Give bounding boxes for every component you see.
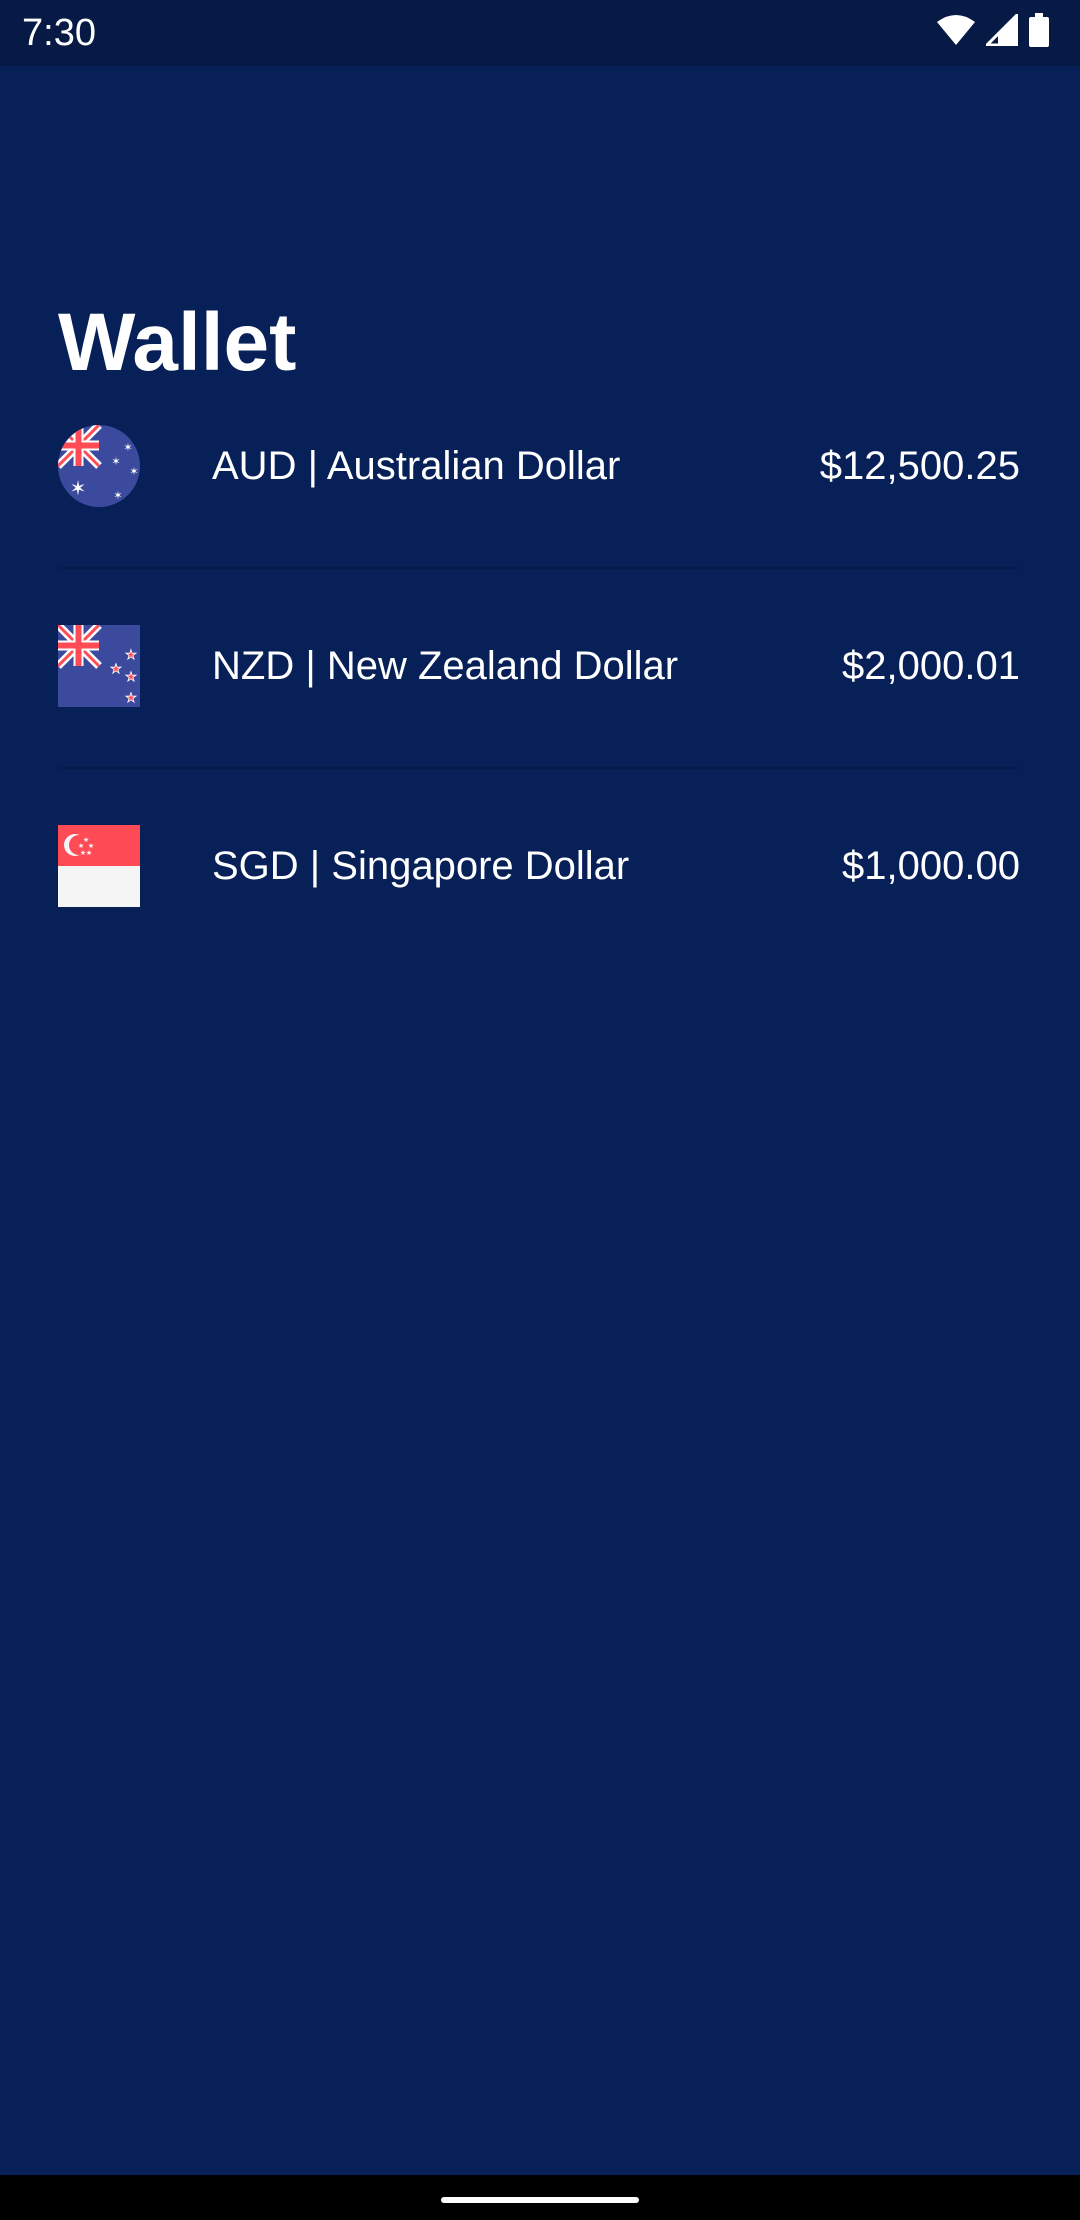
cellular-signal-icon (983, 10, 1019, 51)
svg-text:★: ★ (110, 662, 122, 677)
svg-text:★: ★ (86, 849, 92, 857)
balance-amount: $2,000.01 (842, 644, 1020, 688)
svg-text:✶: ✶ (129, 465, 138, 478)
svg-text:✶: ✶ (123, 441, 132, 454)
status-time: 7:30 (22, 12, 96, 54)
wallet-row-aud[interactable]: ✶ ✶ ✶ ✶ ✶ AUD | Australian Dollar $12,50… (58, 397, 1020, 569)
singapore-flag-icon: ★ ★ ★ ★ ★ (58, 825, 140, 907)
wallet-row-nzd[interactable]: ★ ★ ★ ★ NZD | New Zealand Dollar $2,000.… (58, 569, 1020, 769)
status-bar: 7:30 (0, 0, 1080, 66)
svg-text:★: ★ (125, 691, 137, 706)
new-zealand-flag-icon: ★ ★ ★ ★ (58, 625, 140, 707)
svg-text:✶: ✶ (70, 476, 87, 500)
balance-amount: $1,000.00 (842, 844, 1020, 888)
wifi-icon (936, 14, 976, 51)
page-title: Wallet (58, 297, 297, 388)
currency-label: AUD | Australian Dollar (212, 444, 621, 488)
australia-flag-icon: ✶ ✶ ✶ ✶ ✶ (58, 425, 140, 507)
wallet-row-sgd[interactable]: ★ ★ ★ ★ ★ SGD | Singapore Dollar $1,000.… (58, 769, 1020, 967)
svg-text:★: ★ (125, 648, 137, 663)
home-indicator[interactable] (441, 2197, 639, 2203)
status-icons (936, 10, 1050, 52)
navigation-bar (0, 2175, 1080, 2220)
battery-icon (1028, 12, 1050, 52)
wallet-list: ✶ ✶ ✶ ✶ ✶ AUD | Australian Dollar $12,50… (58, 397, 1020, 967)
svg-text:★: ★ (125, 670, 137, 685)
svg-text:✶: ✶ (113, 489, 122, 502)
currency-label: NZD | New Zealand Dollar (212, 644, 679, 688)
currency-label: SGD | Singapore Dollar (212, 844, 630, 888)
balance-amount: $12,500.25 (819, 444, 1020, 488)
svg-text:✶: ✶ (111, 455, 120, 468)
